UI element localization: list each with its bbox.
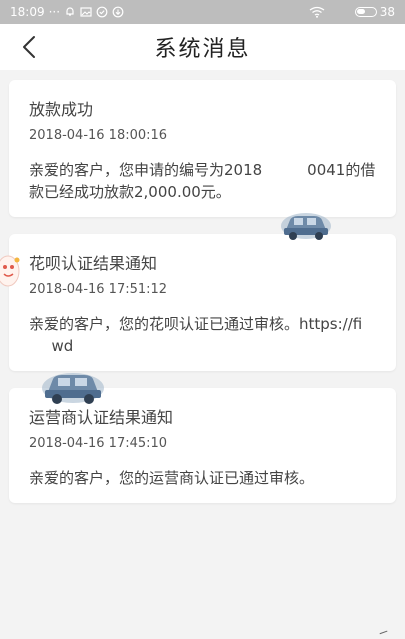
battery-level: 38 — [379, 5, 395, 19]
message-time: 2018-04-16 17:45:10 — [29, 436, 168, 451]
message-time: 2018-04-16 17:51:12 — [29, 282, 168, 297]
status-right: 38 — [309, 5, 395, 19]
message-title: 放款成功 — [29, 100, 94, 119]
back-button[interactable] — [14, 32, 44, 62]
message-time: 2018-04-16 18:00:16 — [29, 128, 168, 143]
wifi-icon — [309, 6, 325, 18]
status-time: 18:09 — [10, 5, 45, 19]
message-title: 花呗认证结果通知 — [29, 254, 158, 273]
battery-icon — [354, 7, 377, 17]
floating-mascot-icon[interactable] — [0, 254, 22, 288]
status-bar: 18:09 ··· 38 — [0, 0, 405, 24]
message-body: 亲爱的客户，您申请的编号为2018 0041的借款已经成功放款2,000.00元… — [29, 161, 376, 201]
page-title: 系统消息 — [154, 37, 251, 62]
notification-bell-icon — [64, 6, 76, 18]
message-list[interactable]: 放款成功 2018-04-16 18:00:16 亲爱的客户，您申请的编号为20… — [0, 70, 405, 503]
message-card[interactable]: 放款成功 2018-04-16 18:00:16 亲爱的客户，您申请的编号为20… — [9, 80, 396, 217]
gesture-indicator — [378, 627, 388, 635]
message-card[interactable]: 运营商认证结果通知 2018-04-16 17:45:10 亲爱的客户，您的运营… — [9, 388, 396, 503]
status-dots: ··· — [48, 5, 61, 19]
check-circle-icon — [96, 6, 108, 18]
message-card[interactable]: 花呗认证结果通知 2018-04-16 17:51:12 亲爱的客户，您的花呗认… — [9, 234, 396, 371]
image-icon — [80, 6, 92, 18]
message-title: 运营商认证结果通知 — [29, 408, 174, 427]
chevron-left-icon — [23, 36, 35, 58]
message-body: 亲爱的客户，您的运营商认证已通过审核。 — [29, 469, 315, 487]
download-circle-icon — [112, 6, 124, 18]
status-left: 18:09 ··· — [10, 5, 124, 19]
message-body: 亲爱的客户，您的花呗认证已通过审核。https://fi wd — [29, 315, 370, 355]
battery-indicator: 38 — [354, 5, 395, 19]
nav-bar: 系统消息 — [0, 24, 405, 70]
